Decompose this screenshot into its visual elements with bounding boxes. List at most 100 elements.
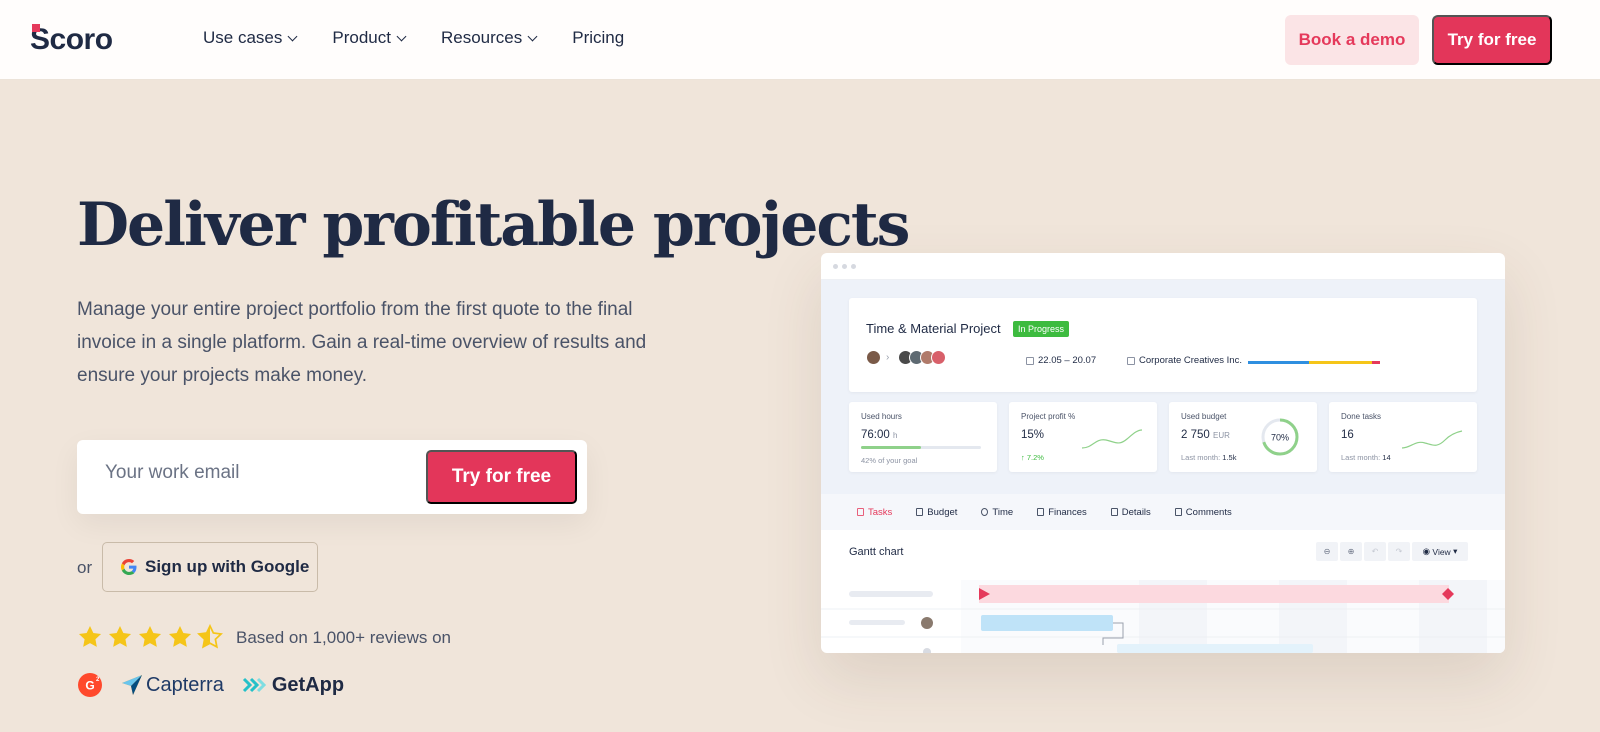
tab-label: Details bbox=[1121, 506, 1151, 518]
book-demo-button[interactable]: Book a demo bbox=[1285, 15, 1419, 65]
star-full-icon bbox=[168, 625, 192, 647]
star-full-icon bbox=[108, 625, 132, 647]
stat-label: Used hours bbox=[861, 412, 902, 421]
gantt-row-placeholder bbox=[849, 591, 933, 597]
clock-icon bbox=[981, 508, 989, 516]
donut-label: 70% bbox=[1271, 433, 1289, 443]
capterra-name: Capterra bbox=[146, 673, 224, 696]
capterra-icon bbox=[122, 675, 142, 695]
tab-budget[interactable]: Budget bbox=[916, 507, 957, 518]
nav-item-label: Resources bbox=[440, 28, 523, 47]
hero-subtitle: Manage your entire project portfolio fro… bbox=[77, 299, 647, 386]
tab-finances[interactable]: Finances bbox=[1037, 507, 1087, 518]
star-full-icon bbox=[78, 625, 102, 647]
tab-tasks[interactable]: Tasks bbox=[857, 507, 892, 518]
project-header-area: Time & Material Project In Progress › 22… bbox=[821, 280, 1505, 494]
capterra-logo[interactable]: Capterra bbox=[121, 674, 224, 697]
chevron-down-icon bbox=[527, 31, 538, 41]
view-label: View bbox=[1432, 546, 1451, 557]
stat-foot: ↑ 7.2% bbox=[1021, 453, 1044, 462]
getapp-name: GetApp bbox=[271, 673, 345, 696]
zoom-out-icon[interactable]: ⊖ bbox=[1316, 542, 1338, 561]
stat-value: 2 750 EUR bbox=[1181, 429, 1230, 441]
tab-comments[interactable]: Comments bbox=[1174, 506, 1232, 518]
budget-value: 2 750 bbox=[1181, 429, 1210, 441]
stat-used-budget: Used budget 2 750 EUR Last month: 1.5k 7… bbox=[1169, 402, 1317, 472]
avatar bbox=[921, 617, 933, 629]
hero-title: Deliver profitable projects bbox=[77, 190, 910, 260]
scoro-logo[interactable]: Scoro bbox=[30, 23, 113, 56]
window-dot-icon bbox=[833, 263, 838, 269]
tab-label: Time bbox=[992, 506, 1014, 518]
try-free-hero-button[interactable]: Try for free bbox=[426, 450, 577, 504]
tasks-sparkline-icon bbox=[1401, 430, 1463, 449]
status-badge: In Progress bbox=[1013, 321, 1070, 337]
tab-label: Comments bbox=[1185, 506, 1232, 518]
stat-label: Done tasks bbox=[1341, 412, 1382, 421]
redo-icon[interactable]: ↷ bbox=[1388, 542, 1410, 561]
reviews-text: Based on 1,000+ reviews on bbox=[236, 628, 452, 647]
progress-segment bbox=[1248, 361, 1309, 364]
client-name: Corporate Creatives Inc. bbox=[1139, 355, 1242, 366]
project-title: Time & Material Project bbox=[866, 321, 1001, 336]
stat-done-tasks: Done tasks 16 Last month: 14 bbox=[1329, 402, 1477, 472]
zoom-in-icon[interactable]: ⊕ bbox=[1340, 542, 1362, 561]
nav-item-product[interactable]: Product bbox=[332, 28, 407, 48]
tab-label: Tasks bbox=[868, 506, 893, 518]
project-card: Time & Material Project In Progress › 22… bbox=[849, 298, 1477, 392]
profit-change: 7.2% bbox=[1026, 453, 1044, 462]
eye-icon: ◉ bbox=[1422, 546, 1433, 556]
getapp-logo[interactable]: GetApp bbox=[242, 674, 344, 697]
tab-label: Budget bbox=[927, 506, 958, 518]
star-half-icon bbox=[197, 624, 223, 649]
nav-item-use-cases[interactable]: Use cases bbox=[203, 28, 298, 48]
review-site-logos: G 2 Capterra GetApp bbox=[77, 672, 362, 698]
stat-value: 15% bbox=[1021, 429, 1045, 441]
hours-unit: h bbox=[892, 431, 898, 440]
view-button[interactable]: ◉ View ▾ bbox=[1412, 542, 1468, 561]
svg-text:G: G bbox=[85, 679, 94, 693]
email-signup-form: Try for free bbox=[77, 440, 587, 514]
project-client: Corporate Creatives Inc. bbox=[1127, 355, 1242, 366]
window-dot-icon bbox=[851, 263, 856, 269]
nav-item-pricing[interactable]: Pricing bbox=[572, 28, 624, 48]
hours-value: 76:00 bbox=[861, 429, 890, 441]
last-month-label: Last month: bbox=[1341, 453, 1381, 462]
last-month-value: 14 bbox=[1382, 453, 1391, 462]
nav-item-label: Pricing bbox=[572, 28, 625, 47]
last-month-label: Last month: bbox=[1181, 453, 1221, 462]
tab-time[interactable]: Time bbox=[981, 507, 1013, 518]
chevron-right-icon: › bbox=[886, 352, 890, 363]
gantt-title: Gantt chart bbox=[849, 546, 904, 558]
avatar bbox=[931, 350, 947, 365]
comment-icon bbox=[1174, 508, 1182, 516]
progress-segment bbox=[1372, 361, 1380, 364]
gantt-chart bbox=[821, 580, 1505, 653]
gantt-bar-task bbox=[981, 615, 1113, 631]
google-icon bbox=[121, 559, 137, 575]
finances-icon bbox=[1037, 508, 1045, 516]
product-screenshot: Time & Material Project In Progress › 22… bbox=[821, 253, 1505, 653]
gantt-bar-project bbox=[979, 585, 1449, 603]
budget-icon bbox=[916, 508, 924, 516]
stat-foot: Last month: 1.5k bbox=[1181, 453, 1236, 462]
project-progress-bar bbox=[1248, 361, 1380, 364]
tab-details[interactable]: Details bbox=[1110, 506, 1151, 518]
google-signup-button[interactable]: Sign up with Google bbox=[102, 542, 318, 592]
stat-label: Project profit % bbox=[1021, 412, 1076, 421]
chevron-down-icon bbox=[396, 31, 407, 41]
logo-text: Scoro bbox=[30, 23, 113, 56]
work-email-input[interactable] bbox=[105, 462, 405, 484]
budget-donut-chart: 70% bbox=[1261, 418, 1299, 456]
stat-foot: Last month: 14 bbox=[1341, 453, 1391, 462]
try-free-nav-button[interactable]: Try for free bbox=[1432, 15, 1552, 65]
nav-item-resources[interactable]: Resources bbox=[440, 28, 538, 48]
stat-project-profit: Project profit % 15% ↑ 7.2% bbox=[1009, 402, 1157, 472]
getapp-icon bbox=[242, 677, 266, 693]
stat-label: Used budget bbox=[1181, 412, 1227, 421]
nav-item-label: Product bbox=[332, 28, 391, 47]
undo-icon[interactable]: ↶ bbox=[1364, 542, 1386, 561]
avatar bbox=[866, 350, 881, 365]
star-full-icon bbox=[138, 625, 162, 647]
g2-logo[interactable]: G 2 bbox=[77, 672, 103, 698]
